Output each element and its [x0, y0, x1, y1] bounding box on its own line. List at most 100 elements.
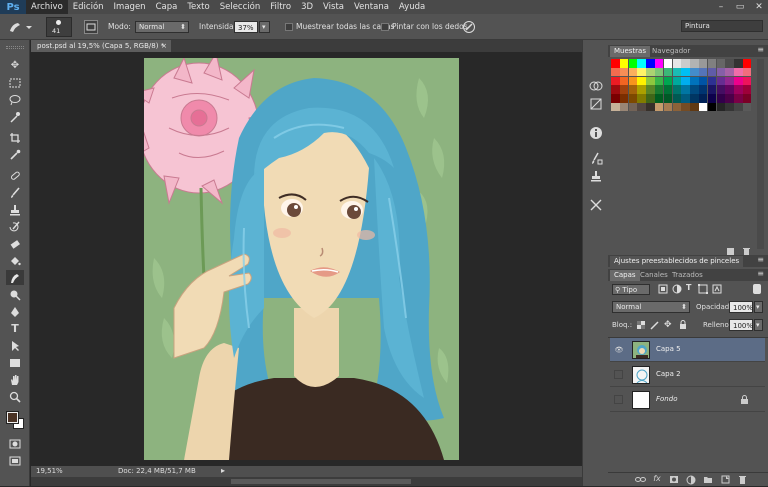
- color-swatch[interactable]: [725, 76, 734, 86]
- panel-menu-icon[interactable]: ≡: [757, 269, 764, 278]
- horizontal-scrollbar[interactable]: [31, 477, 582, 486]
- filter-pixel-icon[interactable]: [658, 284, 668, 294]
- pressure-icon[interactable]: [462, 20, 476, 34]
- color-swatch[interactable]: [742, 67, 752, 77]
- color-swatch[interactable]: [716, 76, 726, 86]
- color-swatch[interactable]: [628, 59, 638, 68]
- color-swatch[interactable]: [698, 102, 708, 112]
- layer-name[interactable]: Capa 2: [656, 370, 681, 378]
- brush-tool-icon[interactable]: [6, 185, 24, 200]
- color-swatch[interactable]: [637, 94, 646, 103]
- menu-ventana[interactable]: Ventana: [349, 0, 394, 14]
- filter-shape-icon[interactable]: [698, 284, 708, 294]
- tool-presets-panel-icon[interactable]: [588, 198, 604, 212]
- color-swatch[interactable]: [663, 59, 673, 68]
- color-swatch[interactable]: [681, 76, 690, 86]
- intensity-slider-toggle[interactable]: ▾: [259, 21, 270, 33]
- filter-type-icon[interactable]: T: [686, 283, 691, 292]
- menu-edicion[interactable]: Edición: [68, 0, 109, 14]
- lock-transparent-icon[interactable]: [636, 320, 646, 330]
- color-swatch[interactable]: [707, 94, 717, 103]
- color-swatch[interactable]: [654, 59, 664, 68]
- color-swatch[interactable]: [646, 85, 655, 94]
- color-swatch[interactable]: [637, 85, 646, 94]
- brush-preset-picker[interactable]: 41: [46, 17, 72, 37]
- canvas-area[interactable]: [31, 52, 582, 466]
- clone-stamp-tool-icon[interactable]: [6, 202, 24, 217]
- color-swatch[interactable]: [681, 94, 690, 103]
- filter-adjustment-icon[interactable]: [672, 284, 682, 294]
- color-swatch[interactable]: [663, 102, 673, 112]
- color-swatch[interactable]: [707, 85, 717, 94]
- color-swatch[interactable]: [646, 59, 655, 68]
- color-swatch[interactable]: [663, 85, 673, 94]
- color-swatch[interactable]: [725, 67, 734, 77]
- color-swatch[interactable]: [611, 76, 620, 86]
- color-swatch[interactable]: [611, 94, 620, 103]
- tab-canales[interactable]: Canales: [636, 270, 672, 281]
- color-swatch[interactable]: [690, 94, 699, 103]
- document-tab[interactable]: post.psd al 19,5% (Capa 5, RGB/8) * ×: [31, 40, 171, 52]
- color-swatch[interactable]: [690, 76, 699, 86]
- color-swatch[interactable]: [707, 102, 717, 112]
- move-tool-icon[interactable]: ✥: [6, 58, 24, 73]
- lock-all-icon[interactable]: [678, 320, 688, 330]
- swatches-scrollbar[interactable]: [757, 59, 764, 249]
- color-swatch[interactable]: [628, 85, 638, 94]
- color-swatch[interactable]: [742, 76, 752, 86]
- color-swatch[interactable]: [654, 102, 664, 112]
- color-swatch[interactable]: [611, 102, 620, 112]
- color-swatch[interactable]: [742, 59, 752, 68]
- color-swatch[interactable]: [707, 76, 717, 86]
- brush-presets-title[interactable]: Ajustes preestablecidos de pinceles: [610, 256, 744, 267]
- color-panel-icon[interactable]: [588, 80, 604, 94]
- color-swatch[interactable]: [698, 59, 708, 68]
- color-swatch[interactable]: [725, 59, 734, 68]
- color-swatch[interactable]: [663, 94, 673, 103]
- quick-selection-tool-icon[interactable]: [6, 109, 24, 124]
- menu-filtro[interactable]: Filtro: [265, 0, 296, 14]
- color-swatch[interactable]: [637, 59, 646, 68]
- menu-seleccion[interactable]: Selección: [215, 0, 266, 14]
- color-swatch[interactable]: [646, 67, 655, 77]
- color-swatch[interactable]: [672, 59, 682, 68]
- color-swatch[interactable]: [628, 76, 638, 86]
- color-swatch[interactable]: [637, 102, 646, 112]
- layer-mask-icon[interactable]: [668, 475, 680, 486]
- color-swatch[interactable]: [672, 94, 682, 103]
- dodge-tool-icon[interactable]: [6, 287, 24, 302]
- status-menu-arrow-icon[interactable]: ▸: [221, 466, 225, 475]
- color-swatch[interactable]: [716, 67, 726, 77]
- menu-imagen[interactable]: Imagen: [109, 0, 151, 14]
- color-swatch[interactable]: [654, 85, 664, 94]
- type-tool-icon[interactable]: T: [6, 321, 24, 336]
- opacity-slider-toggle[interactable]: ▾: [754, 301, 763, 313]
- color-swatch[interactable]: [707, 67, 717, 77]
- panel-menu-icon[interactable]: ≡: [757, 45, 764, 54]
- color-swatch[interactable]: [619, 67, 629, 77]
- color-swatch[interactable]: [628, 102, 638, 112]
- color-swatch[interactable]: [619, 94, 629, 103]
- filter-smart-object-icon[interactable]: [712, 284, 722, 294]
- close-icon[interactable]: ×: [161, 40, 167, 52]
- new-group-folder-icon[interactable]: [702, 475, 714, 486]
- color-swatch[interactable]: [734, 102, 743, 112]
- blend-mode-dropdown[interactable]: Normal ⬍: [612, 301, 690, 313]
- pen-tool-icon[interactable]: [6, 304, 24, 319]
- close-button[interactable]: ✕: [750, 0, 768, 14]
- color-swatch[interactable]: [646, 102, 655, 112]
- color-swatch[interactable]: [716, 102, 726, 112]
- menu-vista[interactable]: Vista: [318, 0, 349, 14]
- menu-ayuda[interactable]: Ayuda: [394, 0, 430, 14]
- color-swatch[interactable]: [690, 102, 699, 112]
- color-swatch[interactable]: [742, 85, 752, 94]
- color-swatch[interactable]: [654, 94, 664, 103]
- hand-tool-icon[interactable]: [6, 372, 24, 387]
- color-swatch[interactable]: [734, 85, 743, 94]
- menu-texto[interactable]: Texto: [182, 0, 214, 14]
- color-swatch[interactable]: [698, 67, 708, 77]
- color-swatch[interactable]: [734, 76, 743, 86]
- color-swatch[interactable]: [681, 59, 690, 68]
- color-swatch[interactable]: [646, 94, 655, 103]
- lasso-tool-icon[interactable]: [6, 92, 24, 107]
